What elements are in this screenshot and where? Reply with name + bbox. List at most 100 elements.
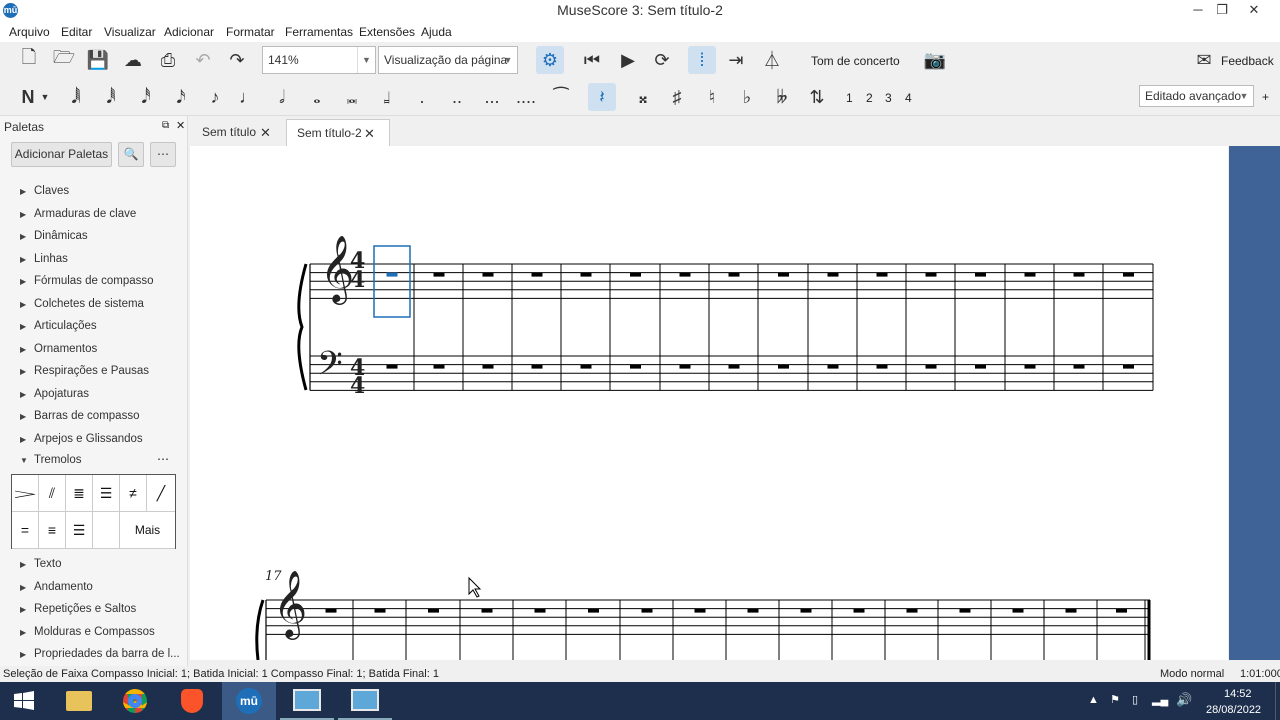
whole-rest[interactable]	[580, 364, 592, 369]
palette-item[interactable]: ▶ Linhas	[20, 253, 68, 265]
add-workspace-button[interactable]: +	[1262, 90, 1269, 104]
tremolo-cell[interactable]: ≠	[120, 475, 147, 512]
tremolo-cell[interactable]: ☰	[93, 475, 120, 512]
whole-rest[interactable]	[876, 364, 888, 369]
whole-rest[interactable]	[876, 272, 888, 277]
whole-rest[interactable]	[1073, 364, 1085, 369]
whole-rest[interactable]	[481, 608, 493, 613]
whole-rest[interactable]	[374, 608, 386, 613]
whole-rest[interactable]	[853, 608, 865, 613]
tremolo-cell[interactable]: ≣	[66, 475, 93, 512]
palette-item[interactable]: ▶ Armaduras de clave	[20, 208, 136, 220]
new-file-icon[interactable]: 🗋	[15, 46, 43, 74]
double-sharp-icon[interactable]: 𝄪	[629, 83, 657, 111]
volume-icon[interactable]: 🔊	[1176, 692, 1192, 708]
natural-icon[interactable]: ♮	[698, 83, 726, 111]
whole-rest[interactable]	[1073, 272, 1085, 277]
chrome-icon[interactable]	[108, 682, 162, 720]
workspace-select[interactable]: Editado avançado ▼	[1139, 85, 1254, 107]
palette-item[interactable]: ▶ Apojaturas	[20, 388, 89, 400]
tie-icon[interactable]: ⁀	[547, 83, 575, 111]
restore-icon[interactable]: ❐	[1208, 0, 1236, 22]
palette-item[interactable]: ▶ Fórmulas de compasso	[20, 275, 154, 287]
print-icon[interactable]: ⎙	[154, 46, 182, 74]
voice-2-button[interactable]: 2	[866, 91, 873, 105]
sharp-icon[interactable]: ♯	[663, 83, 691, 111]
clock-date[interactable]: 28/08/2022	[1206, 704, 1261, 716]
tray-expand-icon[interactable]: ▲	[1088, 694, 1099, 706]
palette-item[interactable]: ▶ Andamento	[20, 581, 93, 593]
score-view[interactable]: 17 4 4 4 4 𝄞 𝄢 𝄞	[190, 146, 1228, 661]
whole-rest[interactable]	[531, 272, 543, 277]
note-half-icon[interactable]: 𝅗𝅥	[268, 83, 296, 111]
whole-rest[interactable]	[778, 272, 789, 277]
whole-rest[interactable]	[630, 272, 641, 277]
tremolo-cell[interactable]: ⫽	[39, 475, 66, 512]
windows-start-icon[interactable]	[0, 682, 48, 720]
view-mode-select[interactable]: Visualização da página ▼	[378, 46, 518, 74]
whole-rest[interactable]	[925, 272, 937, 277]
whole-rest[interactable]	[925, 364, 937, 369]
voice-3-button[interactable]: 3	[885, 91, 892, 105]
note-breve-icon[interactable]: 𝅜	[338, 83, 366, 111]
tremolo-cell[interactable]: ☰	[66, 512, 93, 549]
close-tab-icon[interactable]: ✕	[260, 119, 271, 146]
menu-arquivo[interactable]: Arquivo	[9, 25, 50, 39]
note-quarter-icon[interactable]: ♩	[234, 83, 262, 111]
loop-icon[interactable]: ⟳	[648, 46, 676, 74]
whole-rest[interactable]	[1024, 272, 1036, 277]
rest-icon[interactable]: 𝄽	[588, 83, 616, 111]
note-eighth-icon[interactable]: ♪	[201, 83, 229, 111]
note-64th-icon[interactable]: 𝅘𝅥𝅰	[132, 83, 160, 111]
palette-item[interactable]: ▶ Texto	[20, 558, 62, 570]
whole-rest[interactable]	[1065, 608, 1077, 613]
close-tab-icon[interactable]: ✕	[364, 120, 375, 147]
whole-rest[interactable]	[975, 364, 986, 369]
double-dot-icon[interactable]: ..	[443, 83, 471, 111]
whole-rest[interactable]	[386, 364, 398, 369]
note-longa-icon[interactable]: 𝆷	[373, 83, 401, 111]
zoom-select[interactable]: 141% ▼	[262, 46, 376, 74]
palette-tremolos[interactable]: ▼ Tremolos	[20, 454, 82, 466]
flip-direction-icon[interactable]: ⇅	[803, 83, 831, 111]
dot-icon[interactable]: .	[408, 83, 436, 111]
whole-rest[interactable]	[531, 364, 543, 369]
clock-time[interactable]: 14:52	[1224, 688, 1252, 700]
whole-rest[interactable]	[325, 608, 337, 613]
musescore-taskbar-icon[interactable]: mū	[222, 682, 276, 720]
whole-rest[interactable]	[747, 608, 759, 613]
palette-item[interactable]: ▶ Arpejos e Glissandos	[20, 433, 143, 445]
tab-sem-titulo[interactable]: Sem título ✕	[192, 119, 286, 146]
flat-icon[interactable]: ♭	[733, 83, 761, 111]
undock-icon[interactable]: ⧉	[162, 120, 169, 131]
chevron-down-icon[interactable]: ▼	[38, 83, 52, 111]
whole-rest[interactable]	[778, 364, 789, 369]
feedback-button[interactable]: Feedback	[1221, 54, 1274, 68]
palette-item[interactable]: ▶ Respirações e Pausas	[20, 365, 149, 377]
whole-rest[interactable]	[588, 608, 599, 613]
quadruple-dot-icon[interactable]: ....	[512, 83, 540, 111]
tremolo-cell[interactable]: 𝆓	[12, 475, 39, 512]
note-32nd-icon[interactable]: 𝅘𝅥𝅯	[167, 83, 195, 111]
menu-formatar[interactable]: Formatar	[226, 25, 275, 39]
whole-rest[interactable]	[1012, 608, 1024, 613]
whole-rest[interactable]	[433, 364, 445, 369]
whole-rest[interactable]	[630, 364, 641, 369]
file-explorer-icon[interactable]	[52, 682, 106, 720]
voice-1-button[interactable]: 1	[846, 91, 853, 105]
whole-rest[interactable]	[800, 608, 812, 613]
midi-input-icon[interactable]: ⚙	[536, 46, 564, 74]
whole-rest[interactable]	[428, 608, 439, 613]
palette-item[interactable]: ▶ Colchetes de sistema	[20, 298, 144, 310]
redo-icon[interactable]: ↷	[223, 46, 251, 74]
palette-item[interactable]: ▶ Molduras e Compassos	[20, 626, 155, 638]
whole-rest[interactable]	[1123, 364, 1134, 369]
note-512th-icon[interactable]: 𝅘𝅥𝅱	[97, 83, 125, 111]
whole-rest[interactable]	[694, 608, 706, 613]
tremolo-more-button[interactable]: ⋯	[157, 452, 169, 466]
whole-rest[interactable]	[433, 272, 445, 277]
whole-rest[interactable]	[728, 364, 740, 369]
menu-visualizar[interactable]: Visualizar	[104, 25, 156, 39]
menu-editar[interactable]: Editar	[61, 25, 92, 39]
envelope-icon[interactable]: ✉	[1190, 46, 1218, 74]
